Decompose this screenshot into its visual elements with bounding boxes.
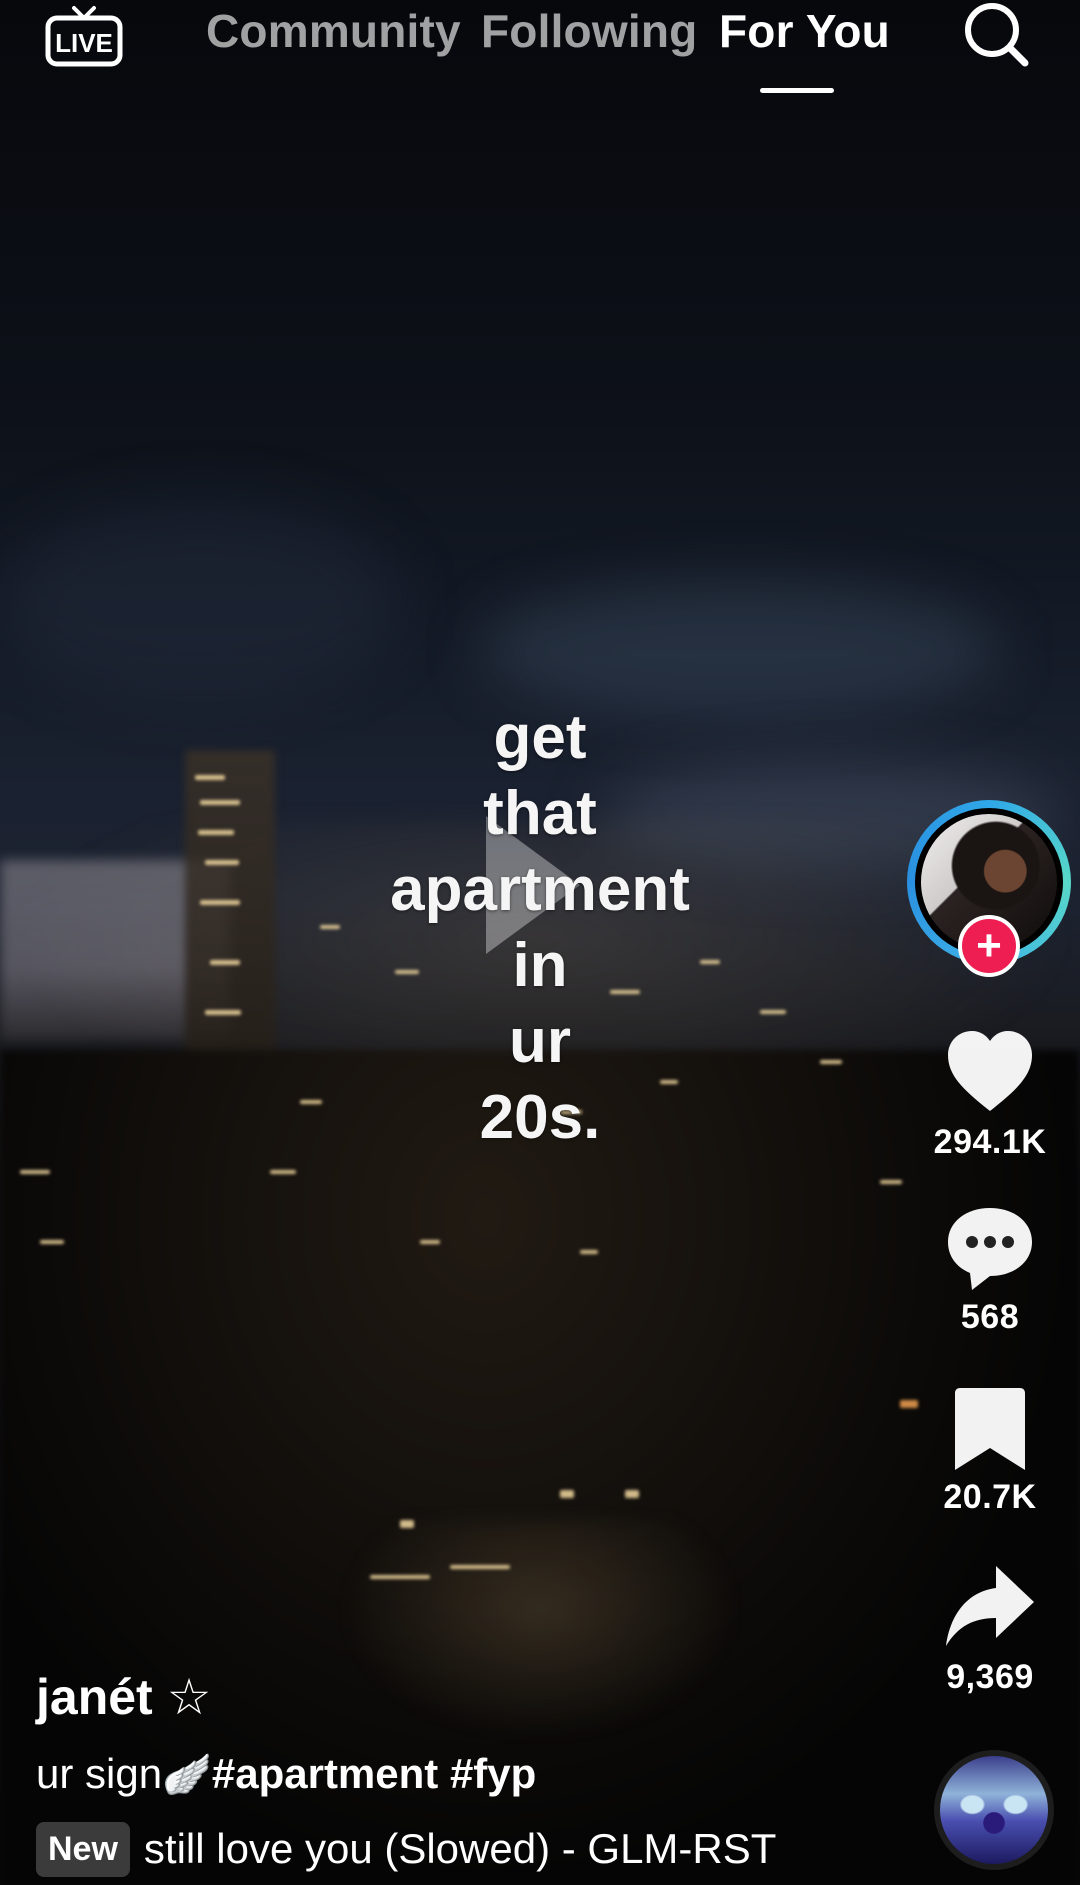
cloud	[0, 500, 400, 700]
city-light	[210, 960, 240, 965]
heart-icon[interactable]	[942, 1025, 1038, 1121]
save-action[interactable]: 20.7K	[930, 1380, 1050, 1517]
comment-bubble-icon[interactable]	[942, 1200, 1038, 1296]
city-light	[270, 1170, 296, 1174]
city-light	[198, 830, 234, 835]
overlay-line: that	[483, 779, 597, 848]
share-count: 9,369	[946, 1658, 1034, 1696]
city-light	[900, 1400, 918, 1408]
tab-following[interactable]: Following	[481, 4, 697, 58]
music-disc[interactable]	[934, 1750, 1054, 1870]
city-light	[760, 1010, 786, 1014]
save-count: 20.7K	[943, 1478, 1037, 1516]
city-light	[20, 1170, 50, 1174]
overlay-line: ur	[509, 1007, 571, 1076]
city-light	[40, 1240, 64, 1244]
live-label: LIVE	[55, 28, 113, 58]
city-light	[370, 1575, 430, 1579]
city-light	[400, 1520, 414, 1528]
overlay-line: in	[512, 931, 568, 1000]
creator-username[interactable]: janét ☆	[36, 1668, 211, 1726]
video-description[interactable]: ur sign🪽#apartment #fyp	[36, 1750, 536, 1798]
parking-lot	[340, 1520, 740, 1740]
bookmark-icon[interactable]	[942, 1380, 1038, 1476]
city-light	[205, 860, 239, 865]
music-info[interactable]: New still love you (Slowed) - GLM-RST	[36, 1818, 776, 1880]
overlay-line: 20s.	[479, 1083, 601, 1152]
city-light	[820, 1060, 842, 1064]
city-light	[580, 1250, 598, 1254]
description-text: ur sign	[36, 1750, 163, 1797]
live-tv-icon[interactable]: LIVE	[44, 4, 124, 68]
city-light	[200, 800, 240, 805]
tab-community[interactable]: Community	[206, 4, 461, 58]
music-title[interactable]: still love you (Slowed) - GLM-RST	[144, 1825, 776, 1873]
active-tab-indicator	[760, 88, 834, 93]
city-light	[320, 925, 340, 929]
comment-count: 568	[960, 1298, 1020, 1336]
wing-emoji: 🪽	[162, 1753, 212, 1797]
new-badge: New	[36, 1821, 130, 1877]
city-light	[200, 900, 240, 905]
like-count: 294.1K	[933, 1123, 1047, 1161]
video-text-overlay: get that apartment in ur 20s.	[340, 700, 740, 1156]
city-light	[195, 775, 225, 780]
share-action[interactable]: 9,369	[930, 1560, 1050, 1697]
overlay-line: get	[493, 703, 587, 772]
city-light	[450, 1565, 510, 1569]
tab-for-you[interactable]: For You	[719, 4, 890, 58]
comment-action[interactable]: 568	[930, 1200, 1050, 1337]
overlay-line: apartment	[390, 855, 690, 924]
city-light	[205, 1010, 241, 1015]
top-navigation: LIVE Community Following For You	[0, 0, 1080, 110]
city-light	[880, 1180, 902, 1184]
follow-button[interactable]: +	[958, 915, 1020, 977]
cloud	[480, 580, 1000, 720]
like-action[interactable]: 294.1K	[930, 1025, 1050, 1162]
share-arrow-icon[interactable]	[942, 1560, 1038, 1656]
city-light	[625, 1490, 639, 1498]
music-cover-art	[940, 1756, 1048, 1864]
city-light	[560, 1490, 574, 1498]
search-icon[interactable]	[962, 0, 1032, 70]
hashtag-links[interactable]: #apartment #fyp	[212, 1750, 536, 1797]
city-light	[420, 1240, 440, 1244]
city-light	[300, 1100, 322, 1104]
